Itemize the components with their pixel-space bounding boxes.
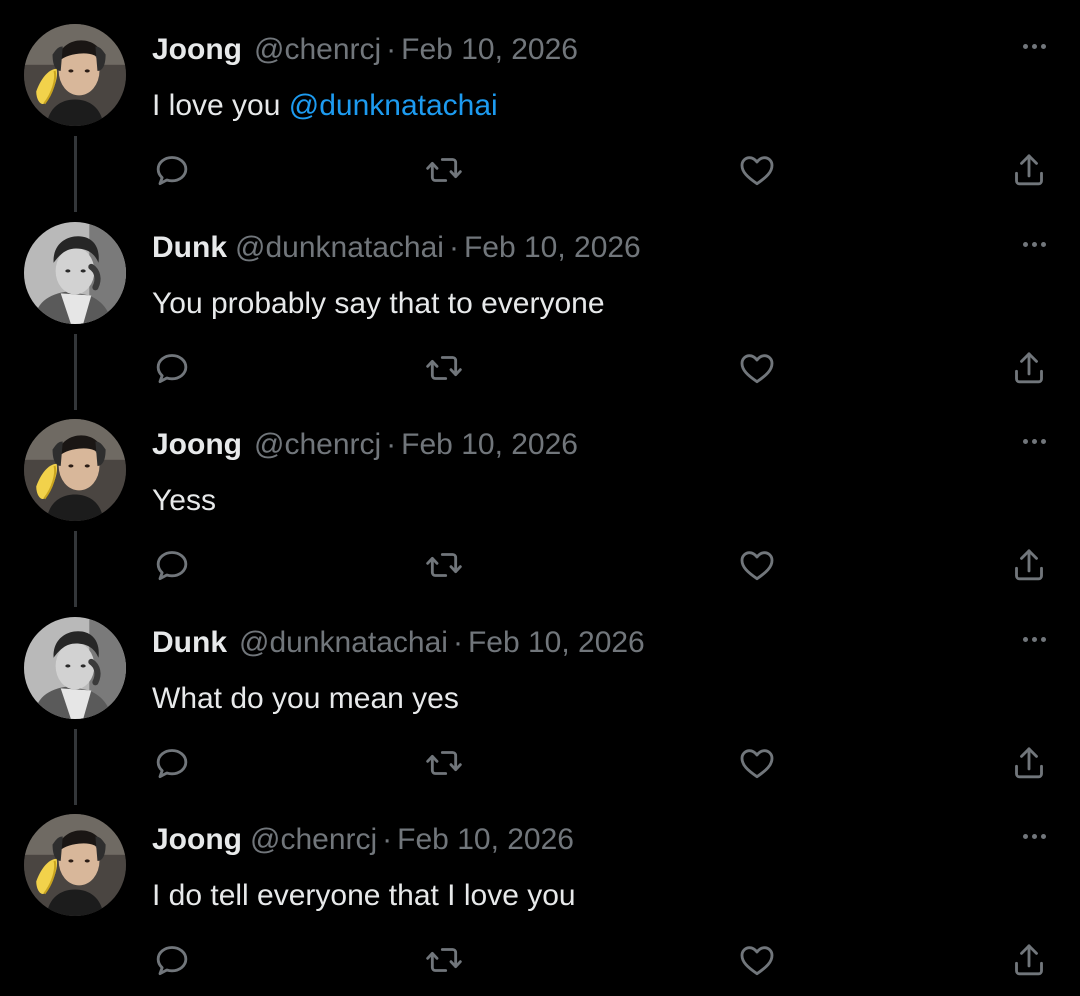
tweet-text: You probably say that to everyone bbox=[152, 287, 605, 320]
retweet-icon[interactable] bbox=[424, 545, 464, 585]
tweet[interactable]: Joong @chenrcj · Feb 10, 2026 I do tell eve… bbox=[0, 790, 1080, 987]
tweet-date[interactable]: Feb 10, 2026 bbox=[401, 33, 578, 66]
avatar[interactable] bbox=[24, 24, 126, 126]
author-name[interactable]: Joong bbox=[152, 33, 242, 66]
tweet-header: Joong @chenrcj · Feb 10, 2026 bbox=[152, 30, 578, 70]
author-handle[interactable]: @dunknatachai bbox=[239, 626, 448, 659]
share-icon[interactable] bbox=[1009, 348, 1049, 388]
author-name[interactable]: Dunk bbox=[152, 626, 227, 659]
avatar[interactable] bbox=[24, 617, 126, 719]
separator: · bbox=[382, 823, 393, 856]
tweet-body: I love you bbox=[152, 89, 281, 122]
tweet[interactable]: Dunk @dunknatachai · Feb 10, 2026 What do y… bbox=[0, 593, 1080, 805]
retweet-icon[interactable] bbox=[424, 348, 464, 388]
share-icon[interactable] bbox=[1009, 150, 1049, 190]
reply-icon[interactable] bbox=[152, 150, 192, 190]
retweet-icon[interactable] bbox=[424, 150, 464, 190]
separator: · bbox=[386, 33, 397, 66]
tweet-header: Dunk @dunknatachai · Feb 10, 2026 bbox=[152, 623, 645, 663]
share-icon[interactable] bbox=[1009, 940, 1049, 980]
mention-link[interactable]: @dunknatachai bbox=[289, 89, 498, 122]
tweet-date[interactable]: Feb 10, 2026 bbox=[464, 231, 641, 264]
tweet-header: Joong @chenrcj · Feb 10, 2026 bbox=[152, 820, 574, 860]
separator: · bbox=[452, 626, 463, 659]
tweet-header: Dunk @dunknatachai · Feb 10, 2026 bbox=[152, 228, 641, 268]
like-icon[interactable] bbox=[737, 743, 777, 783]
author-handle[interactable]: @chenrcj bbox=[250, 823, 377, 856]
share-icon[interactable] bbox=[1009, 545, 1049, 585]
tweet-text: What do you mean yes bbox=[152, 682, 459, 715]
tweet-date[interactable]: Feb 10, 2026 bbox=[397, 823, 574, 856]
share-icon[interactable] bbox=[1009, 743, 1049, 783]
avatar[interactable] bbox=[24, 419, 126, 521]
author-name[interactable]: Joong bbox=[152, 823, 242, 856]
retweet-icon[interactable] bbox=[424, 940, 464, 980]
avatar[interactable] bbox=[24, 814, 126, 916]
author-name[interactable]: Joong bbox=[152, 428, 242, 461]
like-icon[interactable] bbox=[737, 150, 777, 190]
tweet[interactable]: Joong @chenrcj · Feb 10, 2026 I love you @d… bbox=[0, 0, 1080, 212]
more-options-icon[interactable] bbox=[1014, 230, 1054, 258]
author-handle[interactable]: @dunknatachai bbox=[235, 231, 444, 264]
more-options-icon[interactable] bbox=[1014, 427, 1054, 455]
tweet-header: Joong @chenrcj · Feb 10, 2026 bbox=[152, 425, 578, 465]
tweet-text: Yess bbox=[152, 484, 216, 517]
reply-icon[interactable] bbox=[152, 545, 192, 585]
reply-icon[interactable] bbox=[152, 348, 192, 388]
retweet-icon[interactable] bbox=[424, 743, 464, 783]
more-options-icon[interactable] bbox=[1014, 822, 1054, 850]
tweet[interactable]: Joong @chenrcj · Feb 10, 2026 Yess bbox=[0, 395, 1080, 607]
more-options-icon[interactable] bbox=[1014, 32, 1054, 60]
tweet-date[interactable]: Feb 10, 2026 bbox=[468, 626, 645, 659]
tweet-text: I love you @dunknatachai bbox=[152, 86, 498, 126]
author-handle[interactable]: @chenrcj bbox=[254, 428, 381, 461]
tweet-thread: Joong @chenrcj · Feb 10, 2026 I love you @d… bbox=[0, 0, 1080, 996]
like-icon[interactable] bbox=[737, 940, 777, 980]
tweet[interactable]: Dunk @dunknatachai · Feb 10, 2026 You proba… bbox=[0, 198, 1080, 410]
more-options-icon[interactable] bbox=[1014, 625, 1054, 653]
like-icon[interactable] bbox=[737, 348, 777, 388]
tweet-text: I do tell everyone that I love you bbox=[152, 879, 576, 912]
separator: · bbox=[448, 231, 459, 264]
reply-icon[interactable] bbox=[152, 743, 192, 783]
like-icon[interactable] bbox=[737, 545, 777, 585]
author-handle[interactable]: @chenrcj bbox=[254, 33, 381, 66]
author-name[interactable]: Dunk bbox=[152, 231, 227, 264]
tweet-date[interactable]: Feb 10, 2026 bbox=[401, 428, 578, 461]
separator: · bbox=[386, 428, 397, 461]
avatar[interactable] bbox=[24, 222, 126, 324]
reply-icon[interactable] bbox=[152, 940, 192, 980]
